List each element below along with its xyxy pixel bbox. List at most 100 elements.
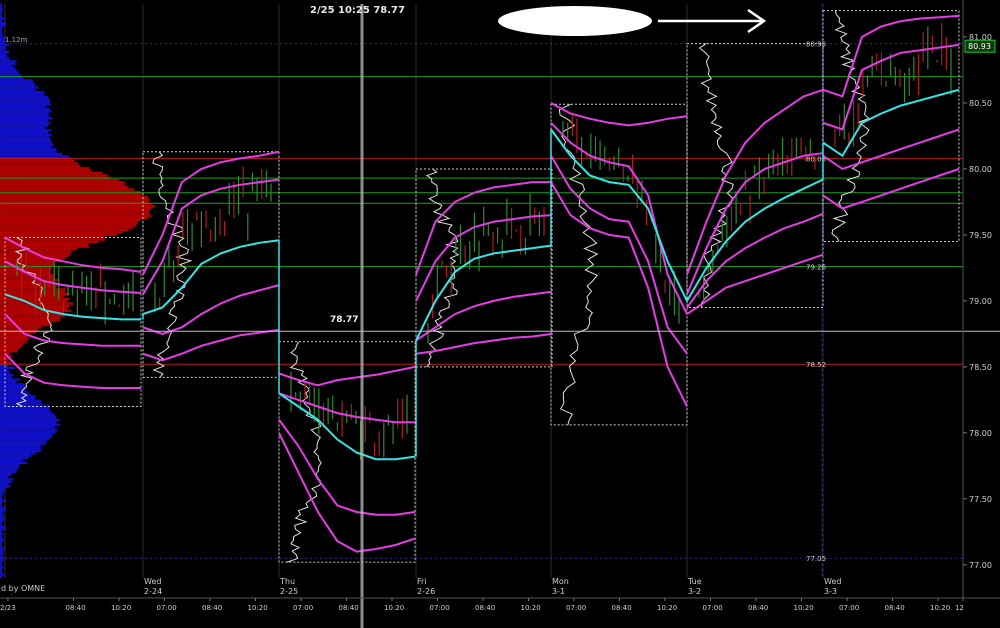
profile-bar [0,245,89,248]
profile-bar [0,499,7,502]
profile-bar [0,167,90,170]
x-tick-label: 07:00 [430,604,450,612]
profile-bar [0,12,2,16]
profile-bar [0,221,138,225]
profile-bar [0,195,148,198]
profile-bar [0,570,2,574]
profile-bar [0,568,2,571]
profile-bar [0,285,57,289]
level-label: 78.52 [806,361,826,369]
profile-bar [0,207,152,210]
profile-bar [0,48,5,51]
profile-bar [0,335,29,339]
profile-bar [0,492,4,495]
profile-bar [0,490,5,493]
profile-bar [0,34,3,37]
session-day-label: Thu [279,577,295,586]
profile-bar [0,102,51,106]
profile-bar [0,444,41,448]
profile-bar [0,383,25,386]
profile-bar [0,209,150,213]
profile-bar [0,5,2,8]
profile-bar [0,288,66,291]
profile-bar [0,525,5,529]
profile-bar [0,171,103,175]
profile-bar [0,475,9,479]
chart-background [0,0,1000,628]
profile-bar [0,373,14,377]
profile-bar [0,31,3,35]
profile-bar [0,91,45,94]
profile-bar [0,406,50,410]
profile-bar [0,105,47,108]
profile-bar [0,17,6,20]
price-chart[interactable]: 80.9580.0879.2678.5277.05 78.77 81.0080.… [0,0,1000,628]
session-date-label: 2-24 [144,587,162,596]
profile-bar [0,487,5,491]
profile-bar [0,112,49,115]
profile-bar [0,200,149,203]
profile-bar [0,501,2,505]
profile-bar [0,15,3,18]
profile-bar [0,385,27,388]
profile-bar [0,380,17,384]
profile-bar [0,114,50,118]
profile-bar [0,573,6,576]
profile-bar [0,452,37,455]
profile-bar [0,117,53,120]
profile-bar [0,554,3,557]
profile-bar [0,359,8,362]
profile-bar [0,537,4,540]
profile-bar [0,366,15,369]
profile-bar [0,228,129,232]
profile-bar [0,243,89,246]
profile-bar [0,473,12,476]
profile-bar [0,152,63,156]
profile-bar [0,107,50,111]
x-tick-label: 10:20 [248,604,268,612]
session-date-label: 2-25 [280,587,298,596]
profile-bar [0,224,137,227]
profile-bar [0,504,2,507]
profile-bar [0,314,66,317]
profile-bar [0,532,4,536]
cursor-price-label: 78.77 [330,315,358,325]
profile-bar [0,528,6,531]
session-date-label: 3-2 [688,587,701,596]
profile-bar [0,456,29,460]
x-tick-label: 10:20 [657,604,677,612]
profile-bar [0,26,2,30]
profile-bar [0,3,2,6]
y-tick-label: 77.00 [969,561,992,570]
profile-bar [0,411,53,415]
profile-bar [0,41,5,44]
x-tick-label: 08:40 [885,604,905,612]
profile-bar [0,50,10,54]
profile-bar [0,463,20,467]
profile-bar [0,395,36,398]
profile-bar [0,197,150,201]
profile-bar [0,110,52,113]
profile-bar [0,129,52,132]
profile-bar [0,10,2,13]
last-price-label: 80.93 [968,42,991,51]
profile-bar [0,79,33,82]
profile-bar [0,428,58,431]
profile-bar [0,124,49,127]
profile-bar [0,378,20,381]
level-label: 77.05 [806,555,826,563]
profile-bar [0,81,34,84]
profile-bar [0,133,52,137]
profile-bar [0,193,142,196]
profile-bar [0,55,8,58]
profile-bar [0,169,92,172]
profile-bar [0,390,28,393]
x-tick-label: 07:00 [839,604,859,612]
x-tick-label: 08:40 [612,604,632,612]
profile-bar [0,338,29,341]
profile-bar [0,290,66,293]
profile-bar [0,283,62,286]
profile-bar [0,174,108,177]
session-date-label: 3-1 [552,587,565,596]
profile-bar [0,57,10,61]
